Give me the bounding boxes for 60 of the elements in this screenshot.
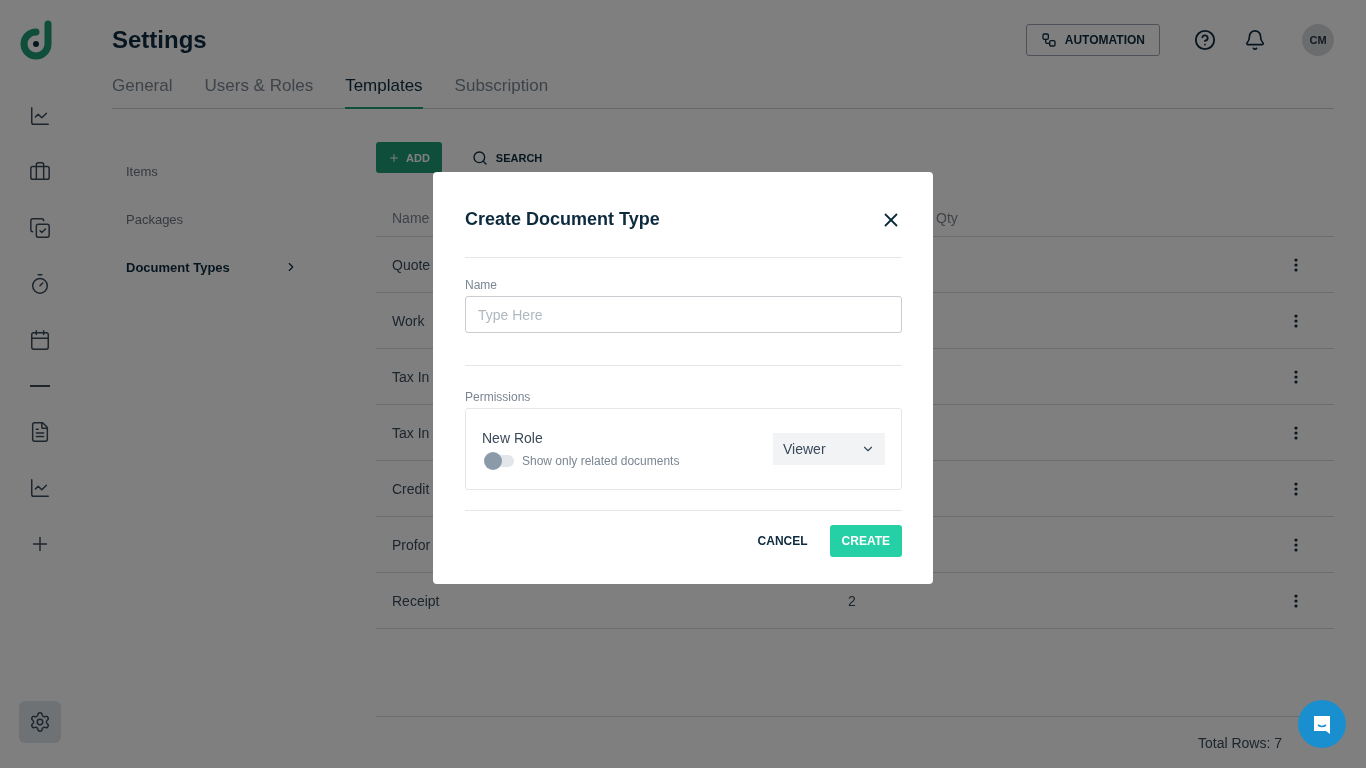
row-menu-button[interactable] xyxy=(1294,537,1298,552)
workflow-icon xyxy=(1040,32,1057,48)
table-cell: Profor xyxy=(392,536,431,553)
checklist-icon xyxy=(29,217,51,239)
user-avatar[interactable]: CM xyxy=(1302,24,1334,56)
total-rows: Total Rows: 7 xyxy=(1197,734,1282,751)
table-cell: 2 xyxy=(848,592,856,609)
column-header: Name xyxy=(392,209,430,226)
more-icon xyxy=(1294,257,1298,272)
tab[interactable]: General xyxy=(112,64,173,109)
table-cell: Tax In xyxy=(392,368,430,385)
row-menu-button[interactable] xyxy=(1294,425,1298,440)
cancel-button[interactable]: CANCEL xyxy=(757,534,808,548)
table-cell: Tax In xyxy=(392,424,430,441)
add-button[interactable]: ADD xyxy=(376,142,442,173)
row-menu-button[interactable] xyxy=(1294,313,1298,328)
toggle-switch[interactable] xyxy=(486,455,514,467)
chart-icon xyxy=(29,477,51,499)
calendar-icon xyxy=(29,329,51,351)
subnav-item[interactable]: Items xyxy=(126,147,298,195)
search-icon xyxy=(471,149,488,166)
more-icon xyxy=(1294,481,1298,496)
subnav-item[interactable]: Packages xyxy=(126,195,298,243)
table-cell: Work xyxy=(392,312,425,329)
plus-icon xyxy=(388,151,400,164)
briefcase-icon xyxy=(29,161,51,183)
chart-icon xyxy=(29,105,51,127)
column-header: Qty xyxy=(936,209,958,226)
field-label: Name xyxy=(465,278,498,292)
row-menu-button[interactable] xyxy=(1294,369,1298,384)
role-select[interactable]: Viewer xyxy=(773,433,885,465)
tab[interactable]: Users & Roles xyxy=(204,64,314,109)
row-menu-button[interactable] xyxy=(1294,481,1298,496)
timer-icon xyxy=(29,273,51,295)
more-icon xyxy=(1294,313,1298,328)
subnav-item[interactable]: Document Types xyxy=(126,243,298,291)
create-button[interactable]: CREATE xyxy=(829,525,902,557)
more-icon xyxy=(1294,593,1298,608)
dialog-title: Create Document Type xyxy=(465,209,660,230)
table-cell: Receipt xyxy=(392,592,440,609)
table-cell: Credit xyxy=(392,480,430,497)
settings-button[interactable] xyxy=(19,701,61,743)
name-field[interactable]: Type Here xyxy=(465,296,902,333)
automation-button[interactable]: AUTOMATION xyxy=(1025,24,1160,56)
settings-icon xyxy=(29,711,51,733)
role-name: New Role xyxy=(482,430,544,446)
more-icon xyxy=(1294,369,1298,384)
table-cell: Quote xyxy=(392,256,431,273)
search-button[interactable]: SEARCH xyxy=(459,149,555,166)
section-label: Permissions xyxy=(465,390,532,404)
tab[interactable]: Subscription xyxy=(454,64,549,109)
chat-button[interactable] xyxy=(1298,700,1346,748)
row-menu-button[interactable] xyxy=(1294,593,1298,608)
more-icon xyxy=(1294,537,1298,552)
tab[interactable]: Templates xyxy=(345,64,423,109)
page-title: Settings xyxy=(112,26,208,54)
toggle-label: Show only related documents xyxy=(522,454,680,468)
document-icon xyxy=(29,421,51,443)
row-menu-button[interactable] xyxy=(1294,257,1298,272)
more-icon xyxy=(1294,425,1298,440)
